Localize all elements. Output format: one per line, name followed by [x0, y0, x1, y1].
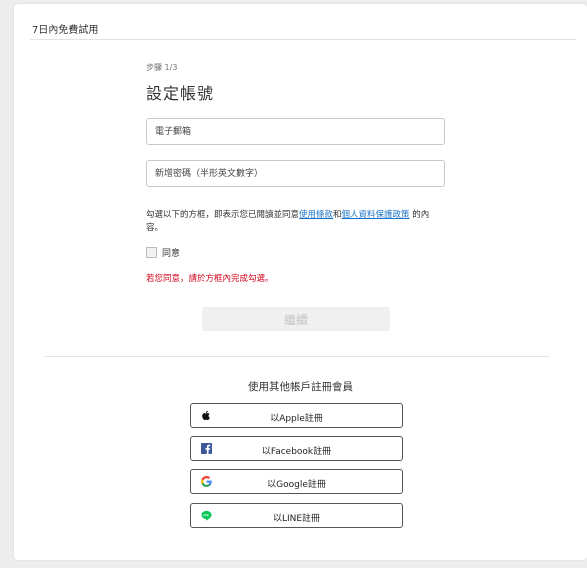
terms-mid: 和 [333, 210, 342, 220]
social-signup-title: 使用其他帳戶註冊會員 [248, 381, 353, 393]
agree-row[interactable]: 同意 [146, 246, 180, 259]
facebook-signup-button[interactable]: 以Facebook註冊 [190, 436, 403, 461]
email-field[interactable] [146, 118, 445, 145]
google-signup-label: 以Google註冊 [267, 480, 326, 490]
apple-signup-label: 以Apple註冊 [270, 414, 323, 424]
apple-signup-button[interactable]: 以Apple註冊 [190, 403, 403, 428]
step-indicator: 步驟 1/3 [146, 63, 178, 72]
google-signup-button[interactable]: 以Google註冊 [190, 469, 403, 494]
terms-of-use-link[interactable]: 使用條款 [299, 210, 333, 220]
privacy-policy-link[interactable]: 個人資料保護政策 [342, 210, 410, 220]
signup-card: 7日內免費試用 步驟 1/3 設定帳號 勾選以下的方框，即表示您已閱讀並同意使用… [14, 4, 587, 560]
page-title: 設定帳號 [146, 84, 215, 103]
terms-text: 勾選以下的方框，即表示您已閱讀並同意使用條款和個人資料保護政策 的內容。 [146, 209, 446, 235]
password-field[interactable] [146, 160, 445, 187]
line-signup-label: 以LINE註冊 [272, 514, 321, 524]
agree-checkbox[interactable] [146, 247, 157, 258]
continue-button[interactable]: 繼續 [202, 307, 390, 331]
agree-error-message: 若您同意，請於方框內完成勾選。 [146, 274, 274, 284]
section-divider [44, 356, 549, 357]
terms-prefix: 勾選以下的方框，即表示您已閱讀並同意 [146, 210, 300, 220]
trial-title: 7日內免費試用 [32, 25, 99, 36]
agree-label: 同意 [162, 249, 181, 259]
divider [30, 39, 576, 40]
line-signup-button[interactable]: 以LINE註冊 [190, 503, 403, 528]
facebook-signup-label: 以Facebook註冊 [261, 447, 332, 457]
